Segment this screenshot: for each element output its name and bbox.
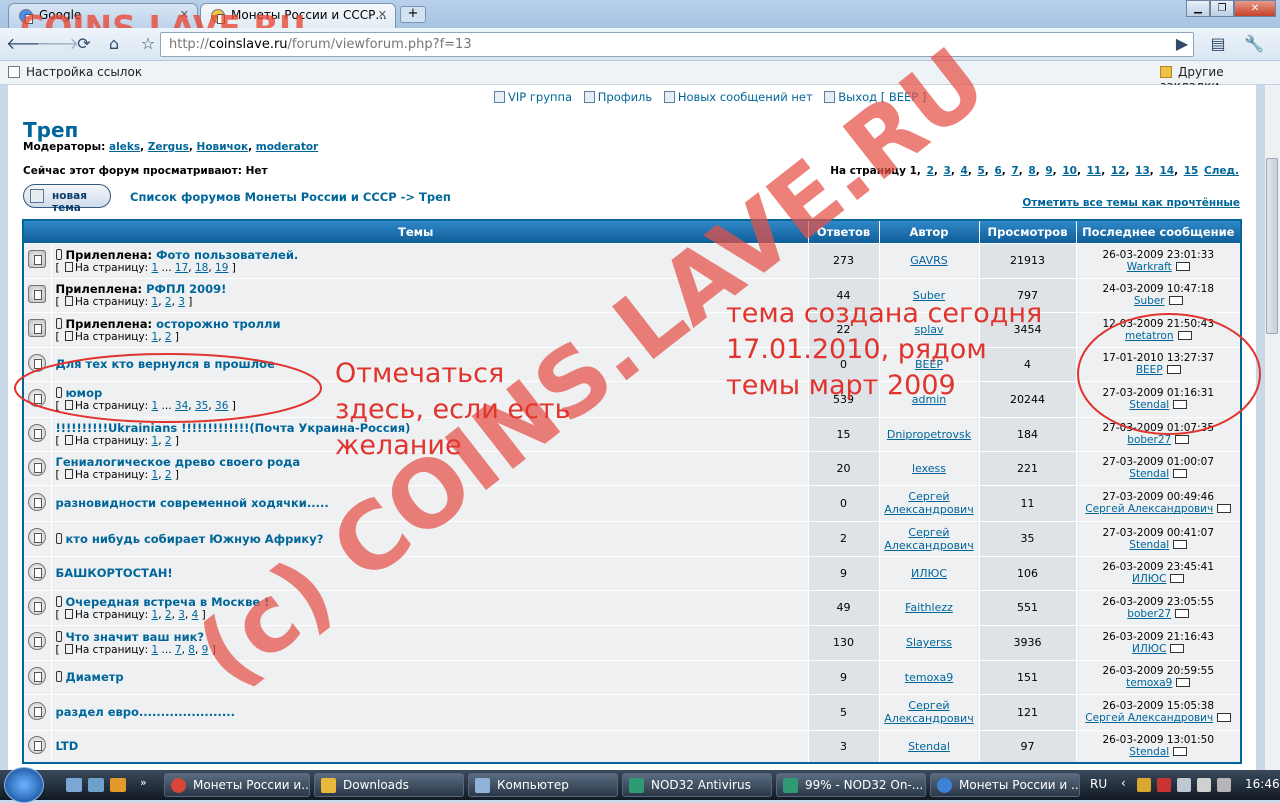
ie-icon [937,778,952,793]
annotation-drawing: (c) COINS.LAVE.RU [14,28,1261,707]
media-player-icon[interactable] [110,778,126,792]
chevron-left-icon[interactable]: ‹ [1121,776,1126,790]
taskbar-item-chrome[interactable]: Монеты России и... [164,773,310,797]
system-tray: RU ‹ 16:46 [1085,770,1280,800]
start-button[interactable] [4,767,44,803]
chrome-icon [171,778,186,793]
taskbar-item-ie[interactable]: Монеты России и ... [930,773,1080,797]
nod32-icon [629,778,644,793]
quicklaunch-more-icon[interactable]: » [140,776,156,790]
clock[interactable]: 16:46 [1245,777,1280,791]
right-annotation-text: тема создана сегодня 17.01.2010, рядом т… [726,298,1043,401]
computer-icon [475,778,490,793]
nod32-icon [783,778,798,793]
folder-icon [321,778,336,793]
taskbar-item-downloads[interactable]: Downloads [314,773,464,797]
alert-icon[interactable] [1157,778,1171,792]
left-annotation-ellipse [14,353,322,423]
network-icon[interactable] [1177,778,1191,792]
taskbar: » Монеты России и... Downloads Компьютер… [0,767,1280,803]
show-desktop-icon[interactable] [66,778,82,792]
left-annotation-text: Отмечаться здесь, если есть желание [335,358,571,461]
taskbar-label: NOD32 Antivirus [651,778,751,792]
shield-icon[interactable] [1137,778,1151,792]
taskbar-label: Монеты России и ... [959,778,1080,792]
taskbar-item-nod32-update[interactable]: 99% - NOD32 On-... [776,773,926,797]
browser-window: Google ✕ Монеты России и СССР... ✕ + ▁ ❐… [0,0,1280,770]
language-indicator[interactable]: RU [1090,777,1107,791]
right-annotation-ellipse [1077,313,1261,435]
taskbar-label: 99% - NOD32 On-... [805,778,924,792]
monitor-icon[interactable] [1197,778,1211,792]
explorer-icon[interactable] [88,778,104,792]
taskbar-label: Downloads [343,778,409,792]
taskbar-item-computer[interactable]: Компьютер [468,773,618,797]
taskbar-label: Компьютер [497,778,569,792]
volume-icon[interactable] [1217,778,1231,792]
taskbar-label: Монеты России и... [193,778,310,792]
taskbar-item-nod32[interactable]: NOD32 Antivirus [622,773,772,797]
